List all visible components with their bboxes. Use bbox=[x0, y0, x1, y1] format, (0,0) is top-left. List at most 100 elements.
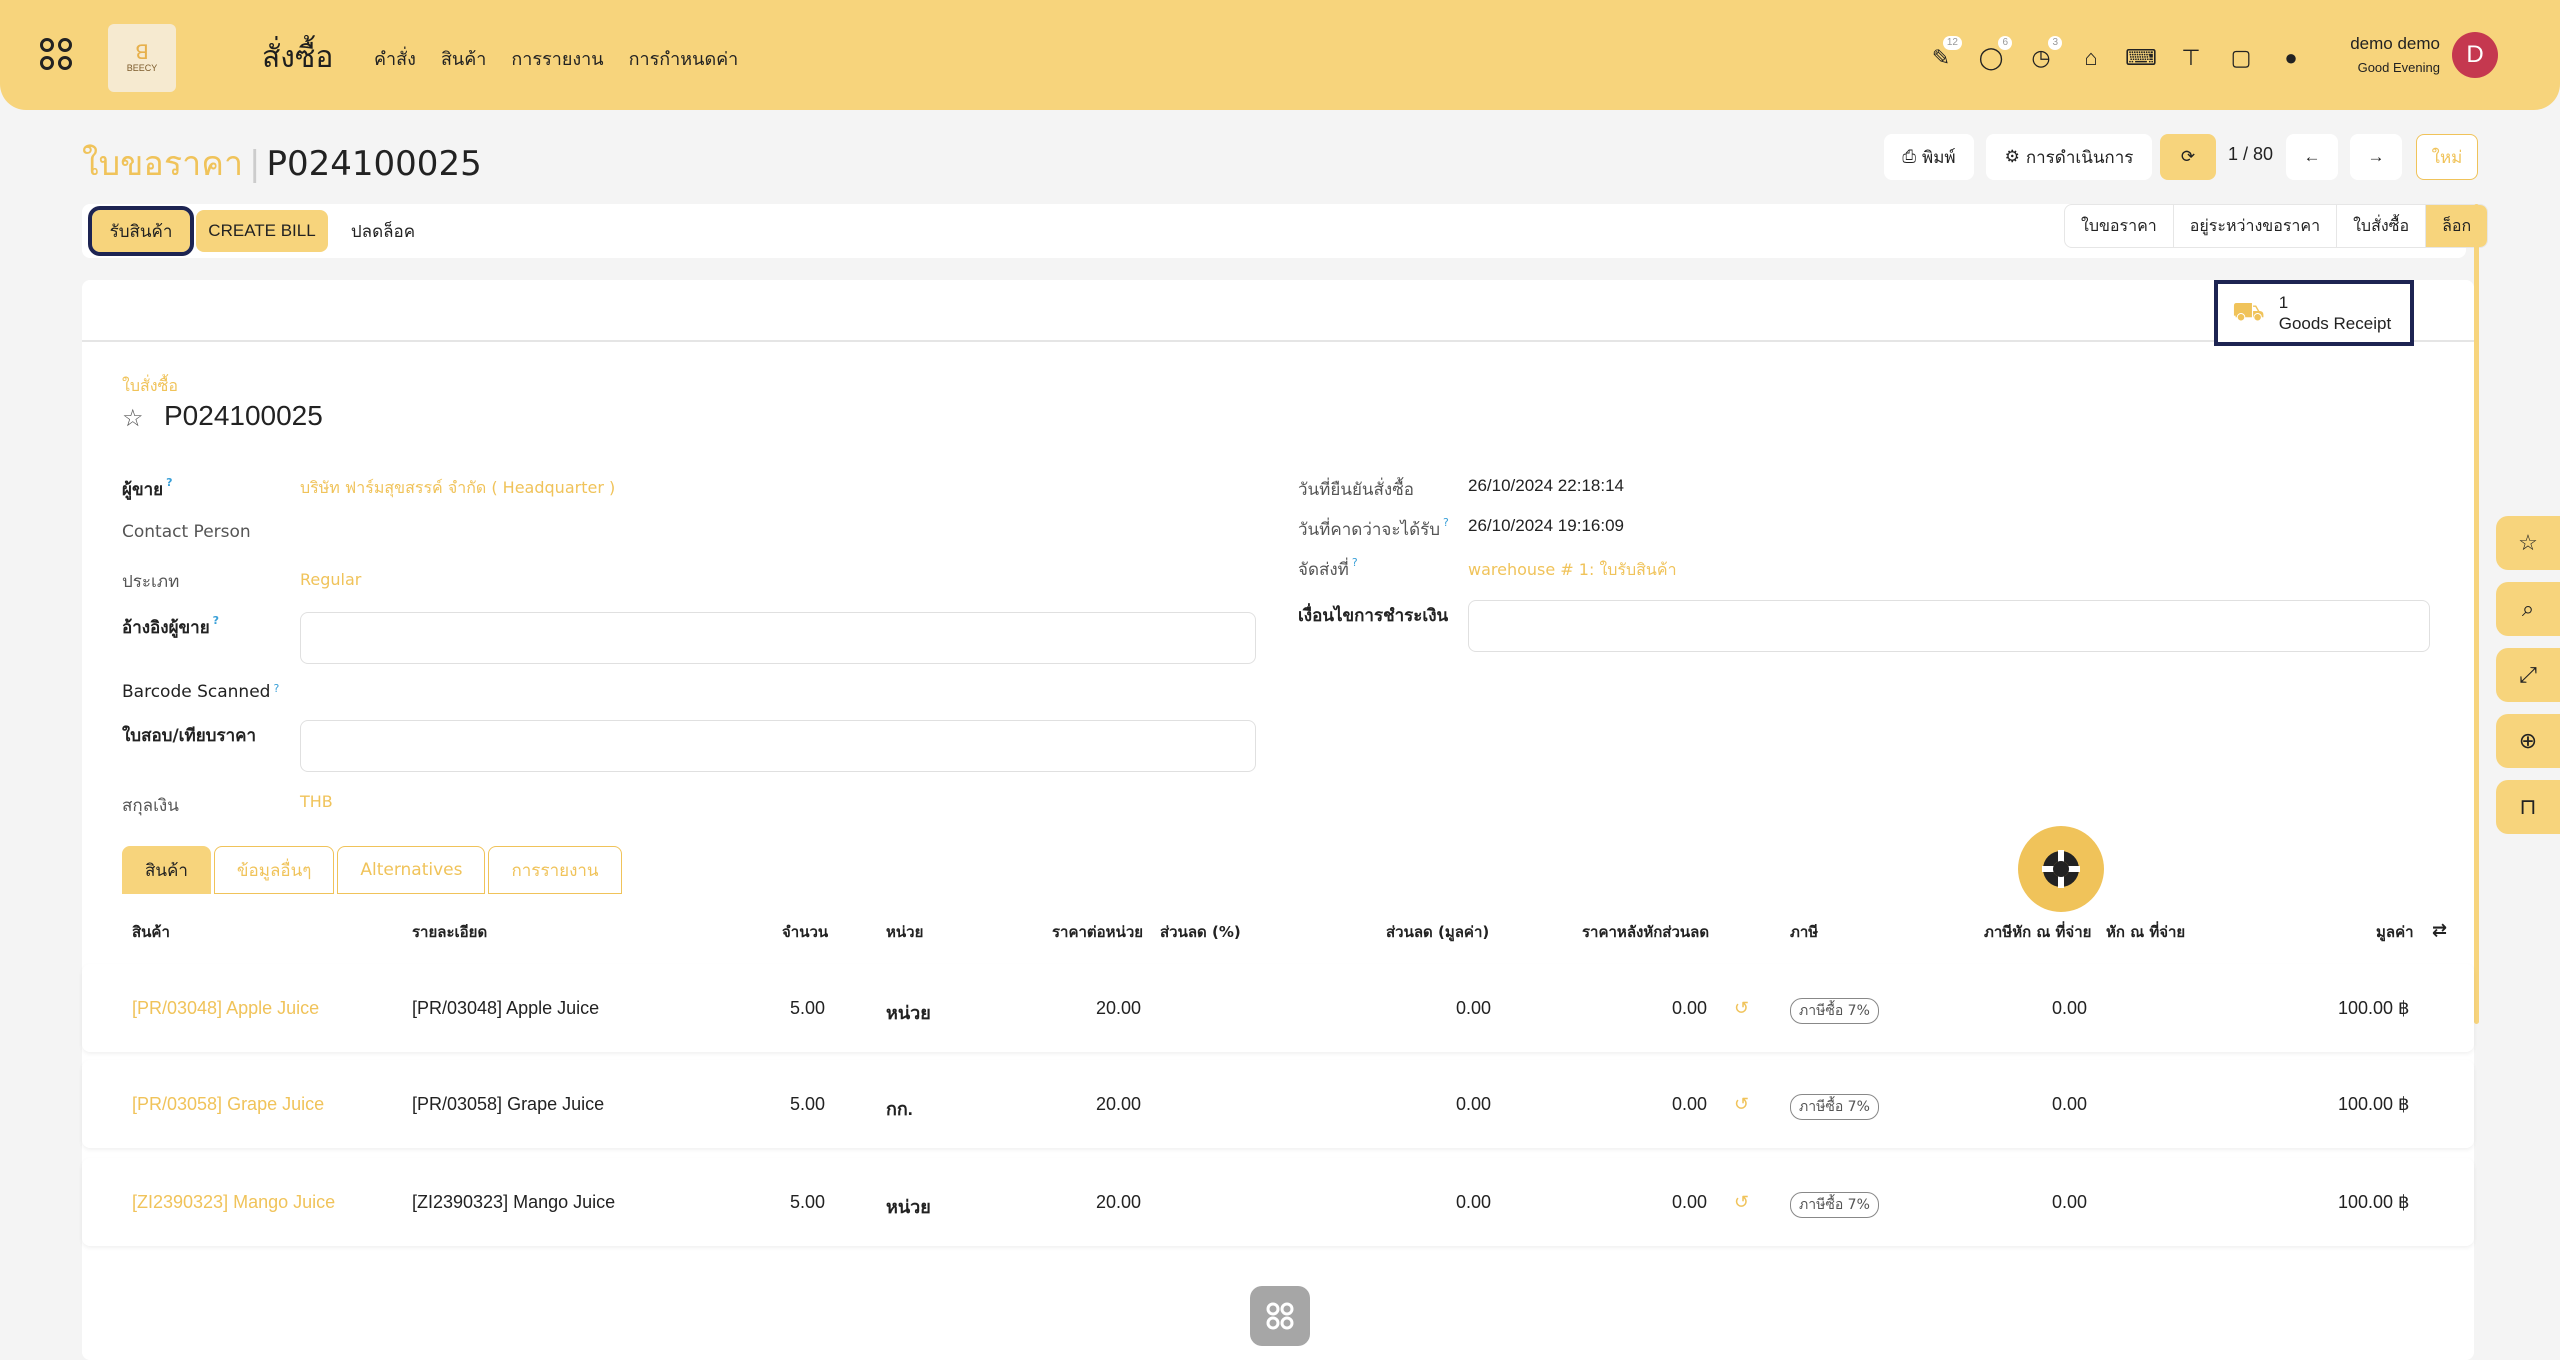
row-unit-price[interactable]: 20.00 bbox=[1096, 998, 1141, 1019]
reset-icon[interactable]: ↺ bbox=[1734, 998, 1749, 1019]
col-discount-pct[interactable]: ส่วนลด (%) bbox=[1160, 920, 1241, 944]
chat-icon[interactable]: ◯ 6 bbox=[1966, 36, 2016, 72]
payment-terms-input[interactable] bbox=[1468, 600, 2430, 652]
goods-receipt-smart-button[interactable]: ⛟ 1 Goods Receipt bbox=[2214, 280, 2414, 346]
row-quantity[interactable]: 5.00 bbox=[790, 1094, 825, 1115]
expand-icon[interactable]: ⤢ bbox=[2496, 648, 2560, 702]
paint-roller-icon[interactable]: ⊤ bbox=[2166, 44, 2216, 72]
col-quantity[interactable]: จำนวน bbox=[782, 920, 828, 944]
col-after-discount[interactable]: ราคาหลังหักส่วนลด bbox=[1582, 920, 1709, 944]
row-product[interactable]: [PR/03058] Grape Juice bbox=[132, 1094, 324, 1115]
unlock-button[interactable]: ปลดล็อค bbox=[338, 210, 428, 252]
avatar[interactable]: D bbox=[2452, 32, 2498, 78]
row-after-discount[interactable]: 0.00 bbox=[1672, 998, 1707, 1019]
tab-reporting[interactable]: การรายงาน bbox=[488, 846, 622, 894]
menu-orders[interactable]: คำสั่ง bbox=[374, 44, 416, 73]
bottom-apps-button[interactable] bbox=[1250, 1286, 1310, 1346]
vendor-reference-input[interactable] bbox=[300, 612, 1256, 664]
confirm-date-field[interactable]: 26/10/2024 22:18:14 bbox=[1468, 476, 1624, 496]
pager-next-button[interactable]: → bbox=[2350, 134, 2402, 180]
row-uom[interactable]: หน่วย bbox=[886, 998, 931, 1027]
row-discount-amount[interactable]: 0.00 bbox=[1456, 1192, 1491, 1213]
timer-icon[interactable]: ◷ 3 bbox=[2016, 36, 2066, 72]
tab-other-info[interactable]: ข้อมูลอื่นๆ bbox=[213, 846, 335, 894]
search-icon[interactable]: ⌕ bbox=[2496, 582, 2560, 636]
row-description[interactable]: [PR/03058] Grape Juice bbox=[412, 1094, 604, 1115]
goods-receipt-label: Goods Receipt bbox=[2278, 314, 2392, 333]
tab-alternatives[interactable]: Alternatives bbox=[337, 846, 486, 894]
pager-previous-button[interactable]: ← bbox=[2286, 134, 2338, 180]
bank-icon[interactable]: ⌂ bbox=[2066, 44, 2116, 72]
row-withholding-tax[interactable]: 0.00 bbox=[2052, 1192, 2087, 1213]
col-product[interactable]: สินค้า bbox=[132, 920, 170, 944]
status-rfq-sent[interactable]: อยู่ระหว่างขอราคา bbox=[2174, 205, 2338, 247]
reset-icon[interactable]: ↺ bbox=[1734, 1094, 1749, 1115]
favorite-star-icon[interactable]: ☆ bbox=[2496, 516, 2560, 570]
new-button[interactable]: ใหม่ bbox=[2416, 134, 2478, 180]
status-rfq[interactable]: ใบขอราคา bbox=[2065, 205, 2174, 247]
comparison-input[interactable] bbox=[300, 720, 1256, 772]
user-menu[interactable]: demo demo Good Evening bbox=[2340, 34, 2440, 75]
row-uom[interactable]: หน่วย bbox=[886, 1192, 931, 1221]
reset-icon[interactable]: ↺ bbox=[1734, 1192, 1749, 1213]
apps-menu-icon[interactable] bbox=[40, 38, 74, 72]
col-withholding-tax[interactable]: ภาษีหัก ณ ที่จ่าย bbox=[1984, 920, 2091, 944]
row-subtotal: 100.00 ฿ bbox=[2338, 1094, 2410, 1114]
row-quantity[interactable]: 5.00 bbox=[790, 1192, 825, 1213]
col-subtotal[interactable]: มูลค่า bbox=[2376, 920, 2414, 944]
goods-receipt-count: 1 bbox=[2278, 293, 2289, 312]
breadcrumb-parent[interactable]: ใบขอราคา bbox=[82, 144, 243, 184]
row-unit-price[interactable]: 20.00 bbox=[1096, 1192, 1141, 1213]
expected-date-field[interactable]: 26/10/2024 19:16:09 bbox=[1468, 516, 1624, 536]
pager-value[interactable]: 1 / 80 bbox=[2228, 144, 2273, 165]
tax-badge[interactable]: ภาษีซื้อ 7% bbox=[1790, 1094, 1879, 1120]
menu-configuration[interactable]: การกำหนดค่า bbox=[629, 44, 739, 73]
row-after-discount[interactable]: 0.00 bbox=[1672, 1094, 1707, 1115]
tax-badge[interactable]: ภาษีซื้อ 7% bbox=[1790, 998, 1879, 1024]
col-description[interactable]: รายละเอียด bbox=[412, 920, 487, 944]
row-description[interactable]: [PR/03048] Apple Juice bbox=[412, 998, 599, 1019]
col-unit-price[interactable]: ราคาต่อหน่วย bbox=[1052, 920, 1143, 944]
col-taxes[interactable]: ภาษี bbox=[1790, 920, 1818, 944]
row-product[interactable]: [PR/03048] Apple Juice bbox=[132, 998, 319, 1019]
row-quantity[interactable]: 5.00 bbox=[790, 998, 825, 1019]
refresh-button[interactable]: ⟳ bbox=[2160, 134, 2216, 180]
payment-terms-label: เงื่อนไขการชำระเงิน bbox=[1298, 606, 1449, 626]
receive-products-button[interactable]: รับสินค้า bbox=[88, 206, 194, 256]
row-after-discount[interactable]: 0.00 bbox=[1672, 1192, 1707, 1213]
note-icon[interactable]: ▢ bbox=[2216, 44, 2266, 72]
currency-field[interactable]: THB bbox=[300, 792, 333, 811]
code-icon[interactable]: ⌨ bbox=[2116, 44, 2166, 72]
row-description[interactable]: [ZI2390323] Mango Juice bbox=[412, 1192, 615, 1213]
tax-badge[interactable]: ภาษีซื้อ 7% bbox=[1790, 1192, 1879, 1218]
print-button[interactable]: ⎙ พิมพ์ bbox=[1884, 134, 1974, 180]
row-withholding-tax[interactable]: 0.00 bbox=[2052, 998, 2087, 1019]
row-discount-amount[interactable]: 0.00 bbox=[1456, 998, 1491, 1019]
activity-icon[interactable]: ✎ 12 bbox=[1916, 36, 1966, 72]
vendor-field[interactable]: บริษัท ฟาร์มสุขสรรค์ จำกัด ( Headquarter… bbox=[300, 476, 615, 501]
column-settings-icon[interactable]: ⇄ bbox=[2432, 920, 2447, 941]
col-withholding[interactable]: หัก ณ ที่จ่าย bbox=[2106, 920, 2185, 944]
star-icon[interactable]: ☆ bbox=[122, 404, 144, 432]
row-product[interactable]: [ZI2390323] Mango Juice bbox=[132, 1192, 335, 1213]
col-uom[interactable]: หน่วย bbox=[886, 920, 923, 944]
scrollbar[interactable] bbox=[2474, 204, 2479, 1024]
menu-reporting[interactable]: การรายงาน bbox=[511, 44, 603, 73]
lightbulb-icon[interactable]: ● bbox=[2266, 44, 2316, 72]
row-discount-amount[interactable]: 0.00 bbox=[1456, 1094, 1491, 1115]
row-withholding-tax[interactable]: 0.00 bbox=[2052, 1094, 2087, 1115]
tab-products[interactable]: สินค้า bbox=[122, 846, 211, 894]
menu-products[interactable]: สินค้า bbox=[441, 44, 486, 73]
bookmark-icon[interactable]: ⊓ bbox=[2496, 780, 2560, 834]
zoom-icon[interactable]: ⊕ bbox=[2496, 714, 2560, 768]
row-uom[interactable]: กก. bbox=[886, 1094, 913, 1123]
create-bill-button[interactable]: CREATE BILL bbox=[196, 210, 328, 252]
row-unit-price[interactable]: 20.00 bbox=[1096, 1094, 1141, 1115]
help-fab[interactable] bbox=[2018, 826, 2104, 912]
app-title[interactable]: สั่งซื้อ bbox=[262, 34, 333, 81]
col-discount-amount[interactable]: ส่วนลด (มูลค่า) bbox=[1386, 920, 1489, 944]
type-field[interactable]: Regular bbox=[300, 570, 361, 589]
status-purchase-order[interactable]: ใบสั่งซื้อ bbox=[2337, 205, 2427, 247]
deliver-to-field[interactable]: warehouse # 1: ใบรับสินค้า bbox=[1468, 558, 1677, 583]
actions-button[interactable]: ⚙ การดำเนินการ bbox=[1986, 134, 2152, 180]
